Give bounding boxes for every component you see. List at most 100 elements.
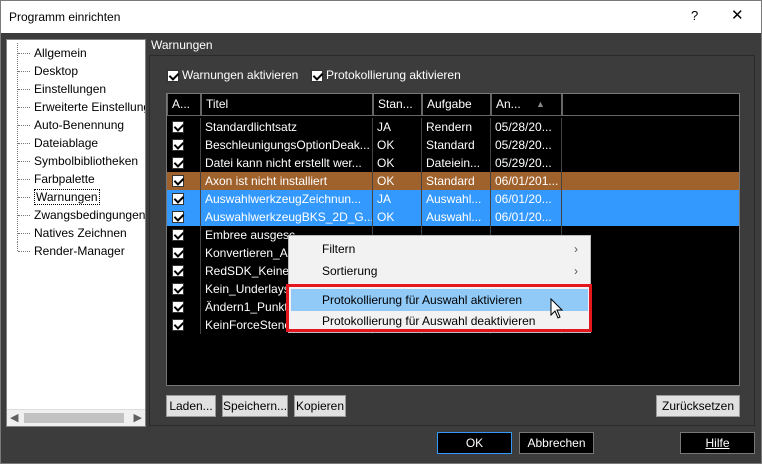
checkbox-checked-icon[interactable] [172, 282, 184, 295]
tree-item[interactable]: Einstellungen [11, 79, 145, 98]
help-button[interactable]: Hilfe [680, 432, 755, 454]
row-active-cell[interactable] [167, 190, 201, 208]
checkbox-checked-icon[interactable] [172, 300, 184, 313]
table-cell-date: 05/29/20... [491, 154, 562, 172]
table-row[interactable]: AuswahlwerkzeugBKS_2D_G... OK Auswahl... 06… [167, 208, 739, 226]
tree-item[interactable]: Erweiterte Einstellungen [11, 97, 145, 116]
checkbox-checked-icon[interactable] [311, 69, 323, 82]
table-cell-task: Auswahl... [422, 190, 491, 208]
table-row[interactable]: Axon ist nicht installiert OK Standard 06/0… [167, 172, 739, 190]
scroll-left-icon[interactable]: ◀ [10, 411, 18, 424]
tree-item-label: Natives Zeichnen [34, 226, 127, 240]
menu-item-label: Sortierung [322, 264, 378, 278]
checkbox-checked-icon[interactable] [172, 156, 184, 169]
table-cell-status: OK [373, 136, 422, 154]
row-active-cell[interactable] [167, 280, 201, 298]
tree-item[interactable]: Desktop [11, 61, 145, 80]
table-cell-status: OK [373, 208, 422, 226]
table-cell-task: Standard [422, 172, 491, 190]
row-active-cell[interactable] [167, 154, 201, 172]
tree-item-label: Farbpalette [34, 172, 95, 186]
checkbox-checked-icon[interactable] [172, 192, 184, 205]
checkbox-checked-icon[interactable] [167, 69, 179, 82]
tree-item-label: Symbolbibliotheken [34, 154, 139, 168]
tree-item[interactable]: Symbolbibliotheken [11, 151, 145, 170]
tree-item[interactable]: Zwangsbedingungen [11, 205, 145, 224]
column-header-active[interactable]: A... [167, 94, 201, 116]
checkbox-checked-icon[interactable] [172, 246, 184, 259]
table-row[interactable]: BeschleunigungsOptionDeak... OK Standard 05… [167, 136, 739, 154]
row-active-cell[interactable] [167, 298, 201, 316]
tree-item-label: Desktop [34, 64, 79, 78]
tree-item-label: Warnungen [34, 189, 100, 205]
menu-item-sort[interactable]: Sortierung › [291, 260, 588, 282]
table-header: A... Titel Stan... Aufgabe An... ▲ [167, 94, 739, 116]
settings-tree[interactable]: Allgemein Desktop Einstellungen Erweiterte … [6, 39, 146, 427]
column-header-filler [562, 94, 739, 116]
mouse-cursor-icon [550, 298, 564, 319]
section-title: Warnungen [151, 38, 213, 52]
table-cell-task: Dateiein... [422, 154, 491, 172]
table-cell-title: Axon ist nicht installiert [201, 172, 373, 190]
scroll-thumb[interactable] [24, 413, 124, 423]
table-row[interactable]: Datei kann nicht erstellt wer... OK Dateie… [167, 154, 739, 172]
table-cell-task: Standard [422, 136, 491, 154]
menu-item-filter[interactable]: Filtern › [291, 238, 588, 260]
checkbox-checked-icon[interactable] [172, 228, 184, 241]
checkbox-checked-icon[interactable] [172, 174, 184, 187]
enable-logging-label: Protokollierung aktivieren [326, 68, 461, 82]
row-active-cell[interactable] [167, 172, 201, 190]
checkbox-checked-icon[interactable] [172, 210, 184, 223]
reset-button[interactable]: Zurücksetzen [656, 395, 740, 417]
checkbox-checked-icon[interactable] [172, 138, 184, 151]
annotation-highlight-box [286, 284, 592, 332]
column-header-title[interactable]: Titel [201, 94, 373, 116]
menu-item-label: Filtern [322, 242, 356, 256]
save-button[interactable]: Speichern... [222, 395, 288, 417]
submenu-arrow-icon: › [574, 242, 578, 256]
close-icon[interactable]: ✕ [731, 6, 744, 24]
copy-button[interactable]: Kopieren [294, 395, 346, 417]
row-active-cell[interactable] [167, 316, 201, 334]
checkbox-checked-icon[interactable] [172, 264, 184, 277]
tree-item[interactable]: Render-Manager [11, 241, 145, 260]
tree-item-label: Auto-Benennung [34, 118, 125, 132]
column-header-task[interactable]: Aufgabe [422, 94, 491, 116]
table-cell-title: AuswahlwerkzeugZeichnun... [201, 190, 373, 208]
column-header-date[interactable]: An... ▲ [491, 94, 562, 116]
enable-logging-checkbox[interactable]: Protokollierung aktivieren [311, 68, 461, 82]
load-button[interactable]: Laden... [166, 395, 216, 417]
tree-item[interactable]: Auto-Benennung [11, 115, 145, 134]
tree-item-label: Erweiterte Einstellungen [34, 100, 145, 114]
table-row[interactable]: AuswahlwerkzeugZeichnun... JA Auswahl... 06… [167, 190, 739, 208]
row-active-cell[interactable] [167, 226, 201, 244]
table-cell-date: 05/28/20... [491, 136, 562, 154]
tree-item[interactable]: Warnungen [11, 187, 145, 206]
tree-item[interactable]: Dateiablage [11, 133, 145, 152]
scroll-right-icon[interactable]: ▶ [134, 411, 142, 424]
row-active-cell[interactable] [167, 136, 201, 154]
table-row[interactable]: Standardlichtsatz JA Rendern 05/28/20... [167, 118, 739, 136]
enable-warnings-checkbox[interactable]: Warnungen aktivieren [167, 68, 298, 82]
sort-ascending-icon: ▲ [536, 99, 545, 109]
column-header-status[interactable]: Stan... [373, 94, 422, 116]
tree-horizontal-scrollbar[interactable]: ◀ ▶ [7, 409, 145, 426]
tree-item[interactable]: Farbpalette [11, 169, 145, 188]
row-active-cell[interactable] [167, 208, 201, 226]
tree-item-label: Allgemein [34, 46, 87, 60]
table-cell-title: Standardlichtsatz [201, 118, 373, 136]
checkbox-checked-icon[interactable] [172, 120, 184, 133]
row-active-cell[interactable] [167, 262, 201, 280]
checkbox-checked-icon[interactable] [172, 318, 184, 331]
column-header-date-label: An... [496, 97, 521, 111]
ok-button[interactable]: OK [437, 432, 512, 454]
help-icon[interactable]: ? [691, 8, 698, 23]
row-active-cell[interactable] [167, 244, 201, 262]
tree-item[interactable]: Natives Zeichnen [11, 223, 145, 242]
enable-warnings-label: Warnungen aktivieren [182, 68, 299, 82]
table-cell-status: OK [373, 172, 422, 190]
tree-item[interactable]: Allgemein [11, 43, 145, 62]
table-cell-status: JA [373, 190, 422, 208]
row-active-cell[interactable] [167, 118, 201, 136]
cancel-button[interactable]: Abbrechen [519, 432, 594, 454]
